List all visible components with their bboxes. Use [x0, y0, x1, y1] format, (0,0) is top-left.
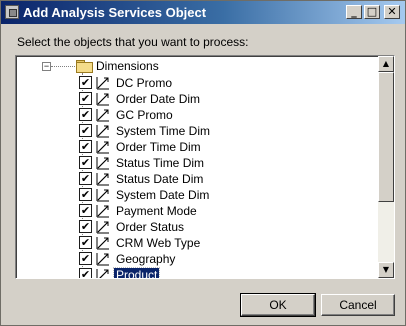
item-checkbox[interactable]: ✔	[79, 220, 92, 233]
tree-item[interactable]: ✔ DC Promo	[16, 75, 376, 91]
scroll-down-button[interactable]: ▼	[378, 262, 394, 278]
dimension-icon	[96, 141, 109, 154]
instruction-label: Select the objects that you want to proc…	[17, 35, 249, 49]
item-checkbox[interactable]: ✔	[79, 172, 92, 185]
tree-item[interactable]: ✔ Geography	[16, 251, 376, 267]
tree-item-label: Order Time Dim	[116, 140, 201, 154]
tree-line	[51, 66, 75, 67]
dimension-icon	[96, 109, 109, 122]
item-checkbox[interactable]: ✔	[79, 108, 92, 121]
dimension-icon	[96, 269, 109, 278]
maximize-button[interactable]: □	[364, 5, 380, 19]
item-checkbox[interactable]: ✔	[79, 140, 92, 153]
tree-item[interactable]: ✔ GC Promo	[16, 107, 376, 123]
tree-item[interactable]: ✔ Order Status	[16, 219, 376, 235]
object-tree[interactable]: − Dimensions ✔ DC Promo ✔ Order Date Dim ✔ GC…	[15, 55, 395, 279]
item-checkbox[interactable]: ✔	[79, 92, 92, 105]
item-checkbox[interactable]: ✔	[79, 156, 92, 169]
tree-item-label: Product	[112, 267, 161, 278]
ok-button[interactable]: OK	[240, 293, 316, 317]
tree-item-label: Status Date Dim	[116, 172, 204, 186]
tree-item-label: DC Promo	[116, 76, 173, 90]
item-checkbox[interactable]: ✔	[79, 188, 92, 201]
app-icon	[5, 5, 19, 19]
dimension-icon	[96, 157, 109, 170]
window-title: Add Analysis Services Object	[23, 5, 207, 20]
dimension-icon	[96, 253, 109, 266]
dimension-icon	[96, 237, 109, 250]
tree-item-label: Payment Mode	[116, 204, 197, 218]
dimension-icon	[96, 173, 109, 186]
close-button[interactable]: ✕	[384, 5, 400, 19]
dimension-icon	[96, 125, 109, 138]
title-bar[interactable]: Add Analysis Services Object _ □ ✕	[1, 1, 405, 24]
tree-item-label: Order Status	[116, 220, 185, 234]
tree-item[interactable]: ✔ Order Date Dim	[16, 91, 376, 107]
tree-item-label: GC Promo	[116, 108, 173, 122]
tree-item[interactable]: ✔ Status Time Dim	[16, 155, 376, 171]
tree-item[interactable]: ✔ System Time Dim	[16, 123, 376, 139]
tree-item[interactable]: ✔ Payment Mode	[16, 203, 376, 219]
tree-root-label: Dimensions	[96, 59, 159, 73]
collapse-icon[interactable]: −	[42, 62, 51, 71]
tree-item-label: Status Time Dim	[116, 156, 205, 170]
dimension-icon	[96, 221, 109, 234]
vertical-scrollbar[interactable]: ▲ ▼	[378, 56, 394, 278]
tree-item[interactable]: ✔ Product	[16, 267, 376, 278]
dimension-icon	[96, 189, 109, 202]
tree-item-label: Order Date Dim	[116, 92, 201, 106]
tree-item[interactable]: ✔ System Date Dim	[16, 187, 376, 203]
scroll-up-button[interactable]: ▲	[378, 56, 394, 72]
minimize-button[interactable]: _	[346, 5, 362, 19]
tree-item-label: CRM Web Type	[116, 236, 201, 250]
cancel-button[interactable]: Cancel	[321, 294, 395, 316]
tree-root-dimensions[interactable]: − Dimensions	[16, 58, 376, 73]
tree-item-label: System Date Dim	[116, 188, 210, 202]
dimension-icon	[96, 93, 109, 106]
tree-item-label: Geography	[116, 252, 176, 266]
tree-item[interactable]: ✔ CRM Web Type	[16, 235, 376, 251]
item-checkbox[interactable]: ✔	[79, 236, 92, 249]
tree-item-label: System Time Dim	[116, 124, 211, 138]
dimension-icon	[96, 77, 109, 90]
scroll-thumb[interactable]	[378, 72, 394, 202]
item-checkbox[interactable]: ✔	[79, 252, 92, 265]
item-checkbox[interactable]: ✔	[79, 76, 92, 89]
dimension-icon	[96, 205, 109, 218]
item-checkbox[interactable]: ✔	[79, 124, 92, 137]
dialog-window: Add Analysis Services Object _ □ ✕ Selec…	[0, 0, 406, 326]
tree-item[interactable]: ✔ Order Time Dim	[16, 139, 376, 155]
item-checkbox[interactable]: ✔	[79, 268, 92, 278]
item-checkbox[interactable]: ✔	[79, 204, 92, 217]
tree-item[interactable]: ✔ Status Date Dim	[16, 171, 376, 187]
folder-icon	[76, 60, 93, 73]
